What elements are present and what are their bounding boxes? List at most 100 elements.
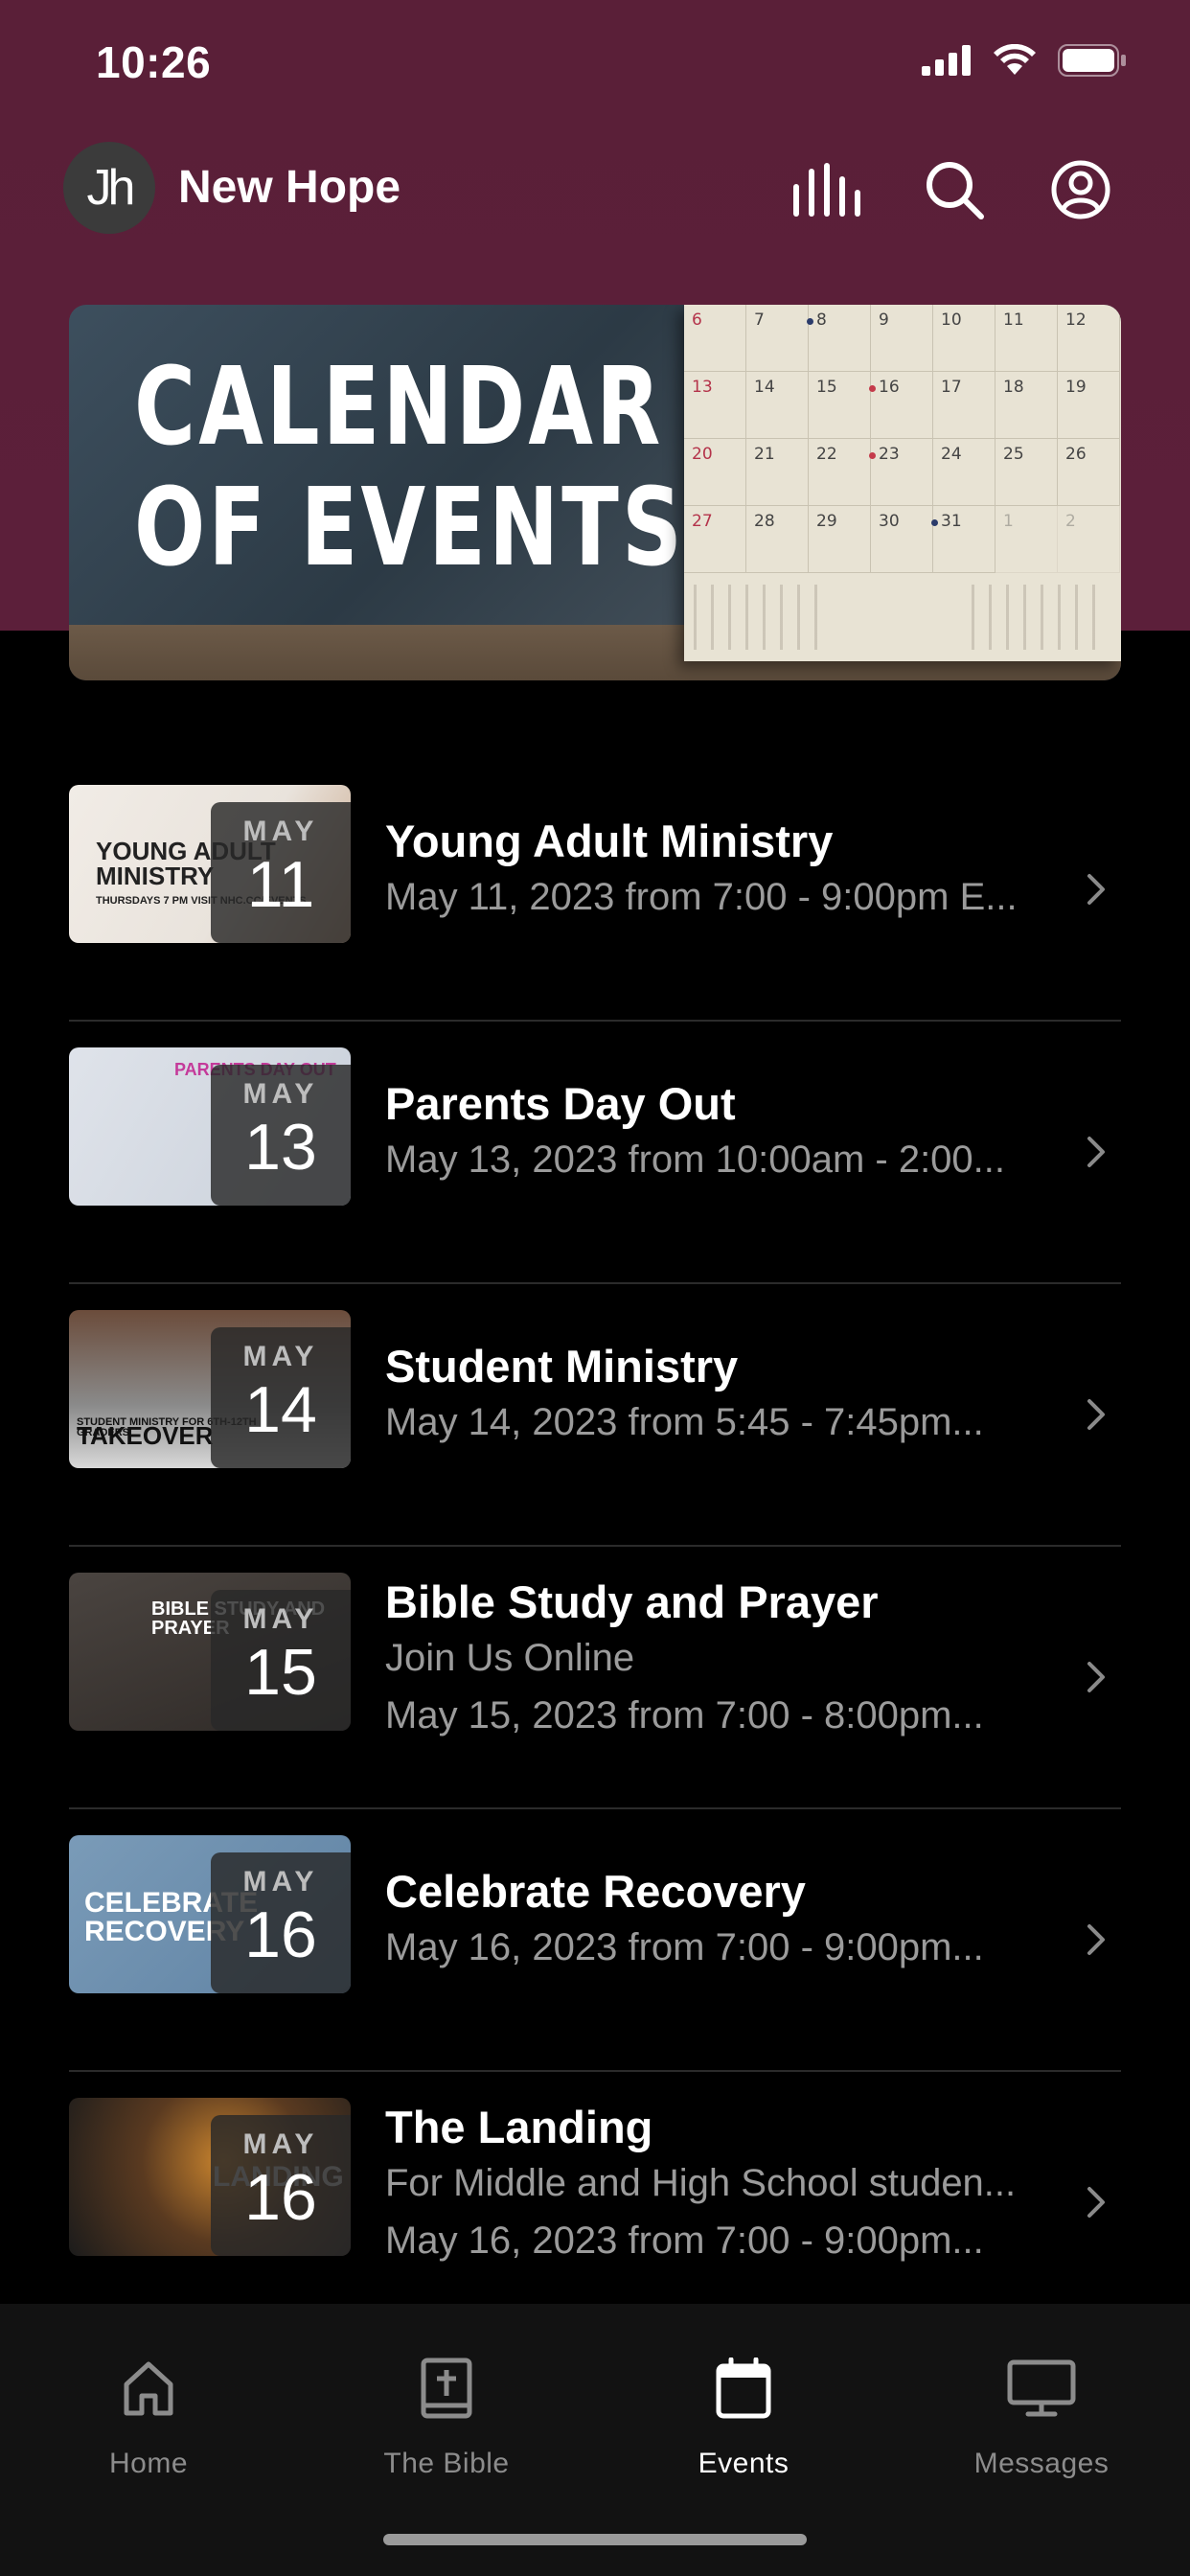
calendar-day-cell: 23 (869, 439, 933, 506)
event-date-badge: MAY 13 (211, 1065, 351, 1206)
calendar-day-cell: 31 (931, 506, 995, 573)
battery-icon (1058, 44, 1126, 77)
banner-calendar-image: 6 7 8 9 10 11 12 13 14 15 16 17 18 19 20 21 22 23 24 25 26 27… (684, 305, 1121, 661)
calendar-day-cell: 11 (995, 305, 1058, 372)
status-time: 10:26 (96, 37, 212, 87)
event-date-badge: MAY 16 (211, 1852, 351, 1993)
calendar-day-cell: 22 (809, 439, 871, 506)
calendar-day-cell: 7 (746, 305, 809, 372)
event-day: 16 (244, 2161, 317, 2234)
event-thumbnail: TAKEOVER STUDENT MINISTRY FOR 6TH-12TH G… (69, 1310, 351, 1468)
app-header: Jh New Hope (0, 142, 1190, 238)
calendar-event-dot (869, 385, 876, 392)
calendar-day-cell: 29 (809, 506, 871, 573)
calendar-event-dot (931, 519, 938, 526)
event-detail: May 16, 2023 from 7:00 - 9:00pm... (385, 1926, 984, 1968)
event-day: 13 (244, 1111, 317, 1184)
event-month: MAY (242, 1341, 319, 1372)
event-row[interactable]: PARENTS DAY OUT MAY 13 Parents Day Out M… (69, 1022, 1121, 1284)
status-bar: 10:26 (0, 0, 1190, 134)
event-detail: May 11, 2023 from 7:00 - 9:00pm E... (385, 876, 1018, 918)
chevron-right-icon (1087, 1924, 1105, 1955)
tab-label: Home (108, 2448, 189, 2479)
calendar-day-cell: 30 (871, 506, 933, 573)
event-title: Young Adult Ministry (385, 816, 834, 866)
banner-title-line-2: OF EVENTS (134, 466, 686, 590)
calendar-day-cell: 6 (684, 305, 746, 372)
calendar-day-cell: 13 (684, 372, 746, 439)
calendar-day-cell: 20 (684, 439, 746, 506)
event-thumbnail: PARENTS DAY OUT MAY 13 (69, 1047, 351, 1206)
home-icon (124, 2361, 173, 2416)
status-icons (922, 44, 1127, 77)
chevron-right-icon (1087, 2187, 1105, 2218)
event-day: 15 (244, 1636, 317, 1709)
event-title: The Landing (385, 2102, 653, 2152)
calendar-day-cell: 19 (1058, 372, 1120, 439)
tab-label: Messages (973, 2448, 1110, 2479)
banner-title: CALENDAR OF EVENTS (134, 347, 685, 588)
event-thumbnail: BIBLE STUDY AND PRAYER MAY 15 (69, 1573, 351, 1731)
calendar-day-cell: 28 (746, 506, 809, 573)
event-row[interactable]: LANDING MAY 16 The Landing For Middle an… (69, 2072, 1121, 2334)
event-list: YOUNG ADULT MINISTRY THURSDAYS 7 PM VISI… (69, 759, 1121, 2334)
event-month: MAY (242, 1603, 319, 1635)
search-icon[interactable] (920, 155, 989, 224)
home-indicator[interactable] (383, 2534, 807, 2545)
event-month: MAY (242, 1078, 319, 1110)
tab-label: The Bible (383, 2448, 510, 2479)
event-thumbnail: LANDING MAY 16 (69, 2098, 351, 2256)
calendar-day-cell: 2 (1058, 506, 1120, 573)
calendar-event-dot (807, 318, 813, 325)
tv-icon (1007, 2359, 1076, 2417)
calendar-day-cell: 9 (871, 305, 933, 372)
calendar-day-cell: 25 (995, 439, 1058, 506)
event-detail: May 13, 2023 from 10:00am - 2:00... (385, 1138, 1006, 1181)
calendar-day-cell: 14 (746, 372, 809, 439)
chevron-right-icon (1087, 1399, 1105, 1430)
chevron-right-icon (1087, 874, 1105, 905)
event-title: Bible Study and Prayer (385, 1576, 879, 1627)
banner-calendar-grid: 6 7 8 9 10 11 12 13 14 15 16 17 18 19 20 21 22 23 24 25 26 27… (684, 305, 1121, 573)
calendar-event-dot (869, 452, 876, 459)
calendar-day-cell: 16 (869, 372, 933, 439)
calendar-day-cell: 24 (933, 439, 995, 506)
event-detail: May 14, 2023 from 5:45 - 7:45pm... (385, 1401, 984, 1443)
event-date-badge: MAY 14 (211, 1327, 351, 1468)
calendar-day-cell: 17 (933, 372, 995, 439)
profile-icon[interactable] (1046, 155, 1115, 224)
calendar-day-cell: 15 (809, 372, 871, 439)
event-detail: Join Us Online (385, 1637, 635, 1679)
event-row[interactable]: YOUNG ADULT MINISTRY THURSDAYS 7 PM VISI… (69, 759, 1121, 1022)
events-screen: 10:26 Jh New Hope CALENDAR OF EVENTS 6 7… (0, 0, 1190, 2576)
tab-the-bible[interactable]: The Bible (351, 2352, 542, 2480)
event-date-badge: MAY 16 (211, 2115, 351, 2256)
event-detail: May 15, 2023 from 7:00 - 8:00pm... (385, 1694, 984, 1736)
event-month: MAY (242, 816, 319, 847)
tab-events[interactable]: Events (648, 2352, 839, 2480)
church-logo-avatar[interactable]: Jh (63, 142, 155, 234)
podcast-bars-icon[interactable] (791, 155, 860, 224)
app-name: New Hope (178, 162, 401, 213)
banner-title-line-1: CALENDAR (134, 345, 664, 470)
banner-mini-calendar (972, 585, 1106, 650)
calendar-day-cell: 21 (746, 439, 809, 506)
calendar-of-events-banner[interactable]: CALENDAR OF EVENTS 6 7 8 9 10 11 12 13 14 15 16 17 1… (69, 305, 1121, 680)
event-row[interactable]: TAKEOVER STUDENT MINISTRY FOR 6TH-12TH G… (69, 1284, 1121, 1547)
tab-home[interactable]: Home (53, 2352, 244, 2480)
calendar-day-cell: 18 (995, 372, 1058, 439)
calendar-day-cell: 27 (684, 506, 746, 573)
event-row[interactable]: CELEBRATE RECOVERY MAY 16 Celebrate Reco… (69, 1809, 1121, 2072)
tab-messages[interactable]: Messages (946, 2352, 1137, 2480)
event-title: Celebrate Recovery (385, 1866, 806, 1917)
calendar-day-cell: 10 (933, 305, 995, 372)
calendar-day-cell: 12 (1058, 305, 1120, 372)
event-day: 11 (246, 848, 315, 921)
event-date-badge: MAY 15 (211, 1590, 351, 1731)
calendar-icon (716, 2358, 771, 2419)
event-row[interactable]: BIBLE STUDY AND PRAYER MAY 15 Bible Stud… (69, 1547, 1121, 1809)
event-thumbnail: CELEBRATE RECOVERY MAY 16 (69, 1835, 351, 1993)
banner-mini-calendar (694, 585, 828, 650)
bible-icon (421, 2358, 472, 2419)
event-thumbnail: YOUNG ADULT MINISTRY THURSDAYS 7 PM VISI… (69, 785, 351, 943)
